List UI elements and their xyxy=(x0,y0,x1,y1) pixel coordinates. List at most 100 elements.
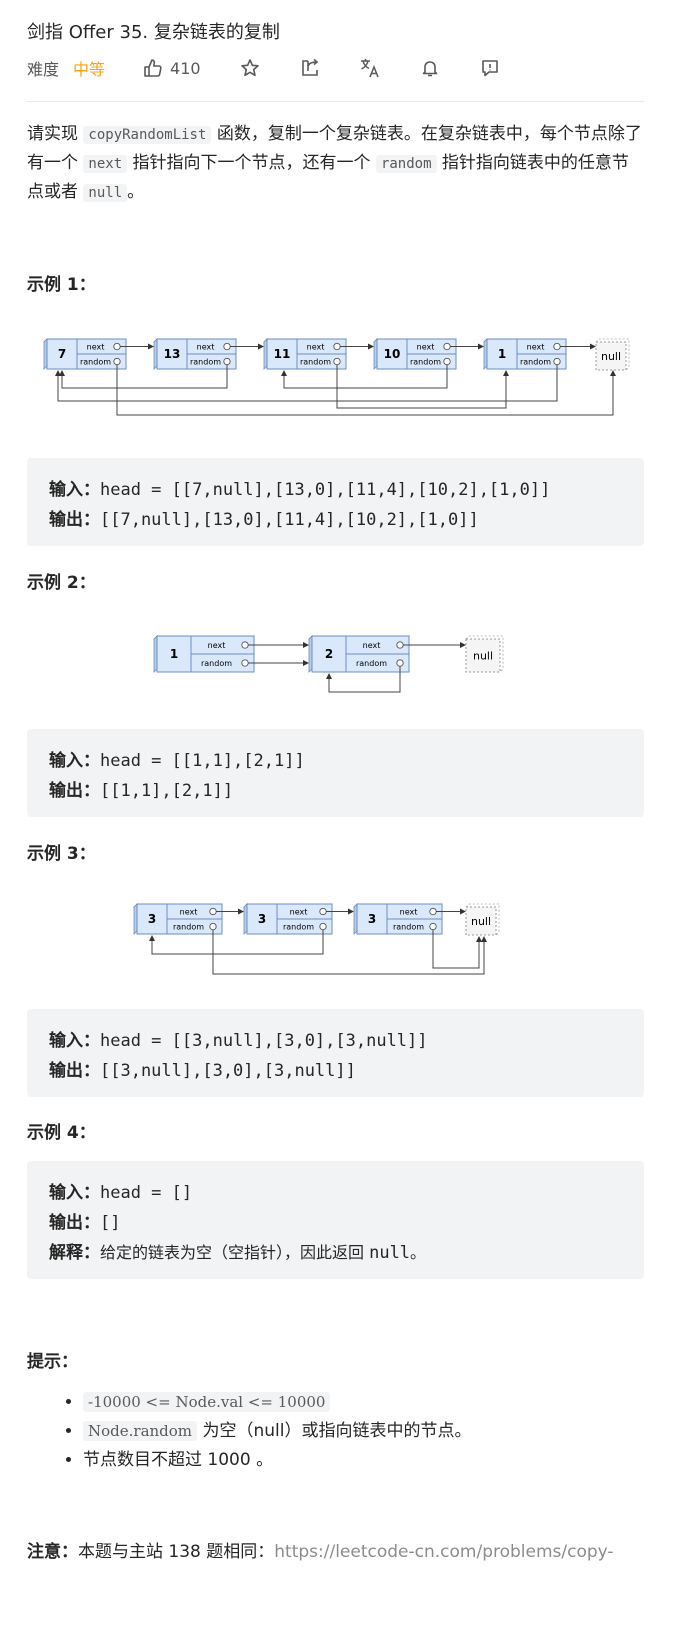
list-node: 2 next random xyxy=(308,635,410,673)
output-value: [[3,null],[3,0],[3,null]] xyxy=(100,1061,356,1081)
arrow-head xyxy=(481,936,487,942)
like-count: 410 xyxy=(170,58,201,78)
example-4-heading: 示例 4： xyxy=(27,1123,96,1143)
header-divider xyxy=(27,101,644,102)
feedback-button[interactable] xyxy=(479,57,501,79)
node-next-label: next xyxy=(527,343,545,352)
arrow-head xyxy=(503,370,509,376)
problem-title: 剑指 Offer 35. 复杂链表的复制 xyxy=(27,22,280,43)
random-pointer-dot xyxy=(443,357,451,366)
desc-text: 。 xyxy=(127,182,145,202)
desc-text: 指针指向下一个节点，还有一个 xyxy=(127,153,376,173)
arrow-head xyxy=(460,908,466,915)
arrow-head xyxy=(326,673,332,679)
list-node: 11 next random xyxy=(263,338,347,370)
node-value: 10 xyxy=(384,347,401,361)
code-next: next xyxy=(83,155,128,173)
translate-button[interactable] xyxy=(359,57,381,79)
random-pointer-dot xyxy=(396,659,404,667)
like-button[interactable]: 410 xyxy=(143,58,201,78)
node-value: 7 xyxy=(58,347,66,361)
difficulty-label: 难度 xyxy=(27,60,60,79)
explain-value: 给定的链表为空（空指针），因此返回 xyxy=(100,1243,370,1262)
random-pointer-dot xyxy=(223,357,231,366)
arrow-head xyxy=(590,343,596,350)
input-value: head = [] xyxy=(100,1183,193,1203)
next-pointer-dot xyxy=(113,342,121,351)
node-random-label: random xyxy=(190,358,221,367)
tip-code: -10000 <= Node.val <= 10000 xyxy=(83,1392,331,1412)
node-value: 3 xyxy=(368,912,376,926)
arrow-head xyxy=(149,935,155,941)
example-1-diagram: 7 next random 13 next random 11 next random 10 nex… xyxy=(43,338,630,416)
node-next-label: next xyxy=(290,908,308,917)
example-4-code: 输入：head = [] 输出：[] 解释：给定的链表为空（空指针），因此返回 … xyxy=(27,1161,644,1279)
node-random-label: random xyxy=(410,358,441,367)
code-null: null xyxy=(83,184,128,202)
list-node: 3 next random xyxy=(133,903,223,935)
tip-item: -10000 <= Node.val <= 10000 xyxy=(83,1388,471,1417)
arrow-head xyxy=(55,370,61,376)
node-next-label: next xyxy=(87,343,105,352)
list-node: 1 next random xyxy=(483,338,567,370)
translate-icon xyxy=(360,59,379,78)
example-2-heading: 示例 2： xyxy=(27,573,96,593)
list-node: 7 next random xyxy=(43,338,127,370)
example-3-code: 输入：head = [[3,null],[3,0],[3,null]] 输出：[… xyxy=(27,1009,644,1097)
node-value: 2 xyxy=(325,647,333,661)
arrow-head xyxy=(258,343,264,350)
code-random: random xyxy=(375,155,437,173)
arrow-head xyxy=(476,936,482,942)
note-link[interactable]: https://leetcode-cn.com/problems/copy- xyxy=(274,1542,613,1562)
node-next-label: next xyxy=(417,343,435,352)
input-value: head = [[1,1],[2,1]] xyxy=(100,751,305,771)
arrow-head xyxy=(368,343,374,350)
share-button[interactable] xyxy=(299,57,321,79)
note-text: 本题与主站 138 题相同： xyxy=(78,1542,275,1562)
random-pointer-dot xyxy=(113,357,121,366)
arrow-head xyxy=(281,370,287,376)
node-value: 1 xyxy=(498,347,506,361)
node-value: 1 xyxy=(170,647,178,661)
arrow-head xyxy=(303,642,309,648)
output-value: [[1,1],[2,1]] xyxy=(100,781,234,801)
tips-list: -10000 <= Node.val <= 10000 Node.random … xyxy=(27,1388,471,1475)
share-icon xyxy=(301,58,318,76)
notify-button[interactable] xyxy=(419,57,441,79)
next-pointer-dot xyxy=(319,907,327,916)
list-node: 10 next random xyxy=(373,338,457,370)
arrow-head xyxy=(610,370,616,376)
node-random-label: random xyxy=(173,923,204,932)
bell-icon xyxy=(422,61,437,77)
node-random-label: random xyxy=(80,358,111,367)
null-node: null xyxy=(465,903,500,936)
null-label: null xyxy=(473,650,493,663)
node-random-label: random xyxy=(300,358,331,367)
explain-end: 。 xyxy=(410,1243,427,1262)
tip-text: 节点数目不超过 1000 。 xyxy=(83,1450,274,1470)
output-label: 输出： xyxy=(49,510,100,530)
random-pointer-dot xyxy=(553,357,561,366)
node-next-label: next xyxy=(363,641,381,650)
thumbs-up-icon xyxy=(144,59,162,77)
example-3-diagram: 3 next random 3 next random 3 next random null xyxy=(133,903,500,975)
next-pointer-dot xyxy=(333,342,341,351)
example-3-heading: 示例 3： xyxy=(27,844,96,864)
output-label: 输出： xyxy=(49,1061,100,1081)
desc-text: 请实现 xyxy=(27,124,84,144)
node-random-label: random xyxy=(201,659,232,668)
null-label: null xyxy=(601,350,621,363)
input-label: 输入： xyxy=(49,480,100,500)
random-pointer-dot xyxy=(209,922,217,931)
random-pointer-dot xyxy=(333,357,341,366)
null-node: null xyxy=(595,338,630,371)
random-pointer-dot xyxy=(241,659,249,667)
tip-item: 节点数目不超过 1000 。 xyxy=(83,1446,471,1475)
output-value: [[7,null],[13,0],[11,4],[10,2],[1,0]] xyxy=(100,510,479,530)
favorite-button[interactable] xyxy=(239,57,261,79)
tip-item: Node.random 为空（null）或指向链表中的节点。 xyxy=(83,1417,471,1446)
node-next-label: next xyxy=(208,641,226,650)
star-icon xyxy=(240,59,259,77)
node-next-label: next xyxy=(197,343,215,352)
example-2-diagram: 1 next random 2 next random null xyxy=(153,635,504,693)
